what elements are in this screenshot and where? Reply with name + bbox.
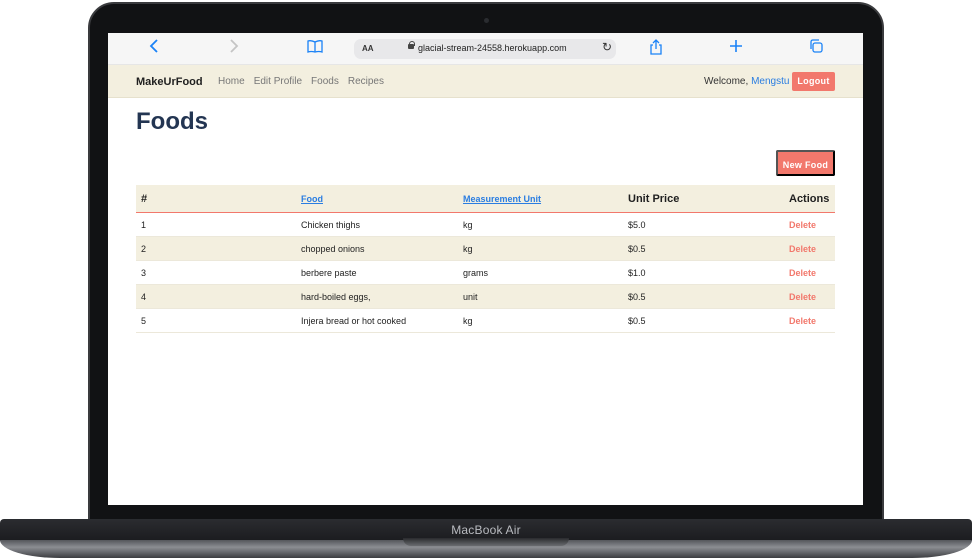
cell-unit: unit <box>463 292 478 302</box>
cell-food: Injera bread or hot cooked <box>301 316 407 326</box>
table-row: 3 berbere paste grams $1.0 Delete <box>136 261 835 285</box>
nav-links: Home Edit Profile Foods Recipes <box>218 76 384 87</box>
browser-toolbar: AA glacial-stream-24558.herokuapp.com ↻ <box>108 33 863 65</box>
cell-num: 3 <box>141 268 147 278</box>
delete-link[interactable]: Delete <box>789 220 816 230</box>
forward-icon[interactable] <box>224 39 244 59</box>
camera-dot <box>484 18 489 23</box>
cell-unit: kg <box>463 244 473 254</box>
table-row: 2 chopped onions kg $0.5 Delete <box>136 237 835 261</box>
reader-mode-button[interactable]: AA <box>362 44 374 53</box>
welcome-text: Welcome, Mengstu <box>704 76 789 87</box>
share-icon[interactable] <box>646 39 666 59</box>
header-actions: Actions <box>789 193 830 205</box>
cell-food: berbere paste <box>301 268 357 278</box>
welcome-prefix: Welcome, <box>704 76 749 87</box>
nav-link-home[interactable]: Home <box>218 76 245 87</box>
cell-price: $0.5 <box>628 316 646 326</box>
back-icon[interactable] <box>144 39 164 59</box>
tabs-overview-icon[interactable] <box>806 39 826 59</box>
cell-price: $5.0 <box>628 220 646 230</box>
cell-price: $1.0 <box>628 268 646 278</box>
cell-unit: grams <box>463 268 489 278</box>
table-row: 5 Injera bread or hot cooked kg $0.5 Del… <box>136 309 835 333</box>
cell-unit: kg <box>463 220 473 230</box>
url-text: glacial-stream-24558.herokuapp.com <box>418 43 567 53</box>
username-link[interactable]: Mengstu <box>751 76 789 87</box>
header-price: Unit Price <box>628 193 680 205</box>
cell-unit: kg <box>463 316 473 326</box>
delete-link[interactable]: Delete <box>789 268 816 278</box>
nav-link-recipes[interactable]: Recipes <box>348 76 384 87</box>
delete-link[interactable]: Delete <box>789 316 816 326</box>
foods-table: # Food Measurement Unit Unit Price Actio… <box>136 185 835 333</box>
reload-icon[interactable]: ↻ <box>602 40 612 54</box>
cell-food: hard-boiled eggs, <box>301 292 371 302</box>
delete-link[interactable]: Delete <box>789 244 816 254</box>
laptop-notch <box>403 538 569 546</box>
brand-logo[interactable]: MakeUrFood <box>136 76 203 88</box>
delete-link[interactable]: Delete <box>789 292 816 302</box>
logout-button[interactable]: Logout <box>792 72 835 91</box>
header-food-sort-link[interactable]: Food <box>301 194 323 204</box>
header-num: # <box>141 193 148 205</box>
bookmarks-icon[interactable] <box>305 39 325 59</box>
device-label: MacBook Air <box>451 523 521 537</box>
header-unit-sort-link[interactable]: Measurement Unit <box>463 194 541 204</box>
cell-food: chopped onions <box>301 244 365 254</box>
new-tab-icon[interactable] <box>726 39 746 59</box>
app-navbar: MakeUrFood Home Edit Profile Foods Recip… <box>108 65 863 98</box>
cell-num: 1 <box>141 220 147 230</box>
cell-food: Chicken thighs <box>301 220 361 230</box>
new-food-button[interactable]: New Food <box>776 150 835 176</box>
cell-price: $0.5 <box>628 244 646 254</box>
nav-link-foods[interactable]: Foods <box>311 76 339 87</box>
table-row: 4 hard-boiled eggs, unit $0.5 Delete <box>136 285 835 309</box>
cell-num: 2 <box>141 244 147 254</box>
page-title: Foods <box>136 108 208 135</box>
screen: AA glacial-stream-24558.herokuapp.com ↻ … <box>108 33 863 505</box>
address-bar[interactable]: AA glacial-stream-24558.herokuapp.com ↻ <box>354 39 616 59</box>
lock-icon <box>408 41 415 49</box>
nav-link-edit-profile[interactable]: Edit Profile <box>254 76 302 87</box>
cell-num: 4 <box>141 292 147 302</box>
table-row: 1 Chicken thighs kg $5.0 Delete <box>136 213 835 237</box>
laptop-frame: MacBook Air AA glacial-stream-24558.hero… <box>0 0 972 558</box>
table-header: # Food Measurement Unit Unit Price Actio… <box>136 185 835 213</box>
cell-num: 5 <box>141 316 147 326</box>
cell-price: $0.5 <box>628 292 646 302</box>
